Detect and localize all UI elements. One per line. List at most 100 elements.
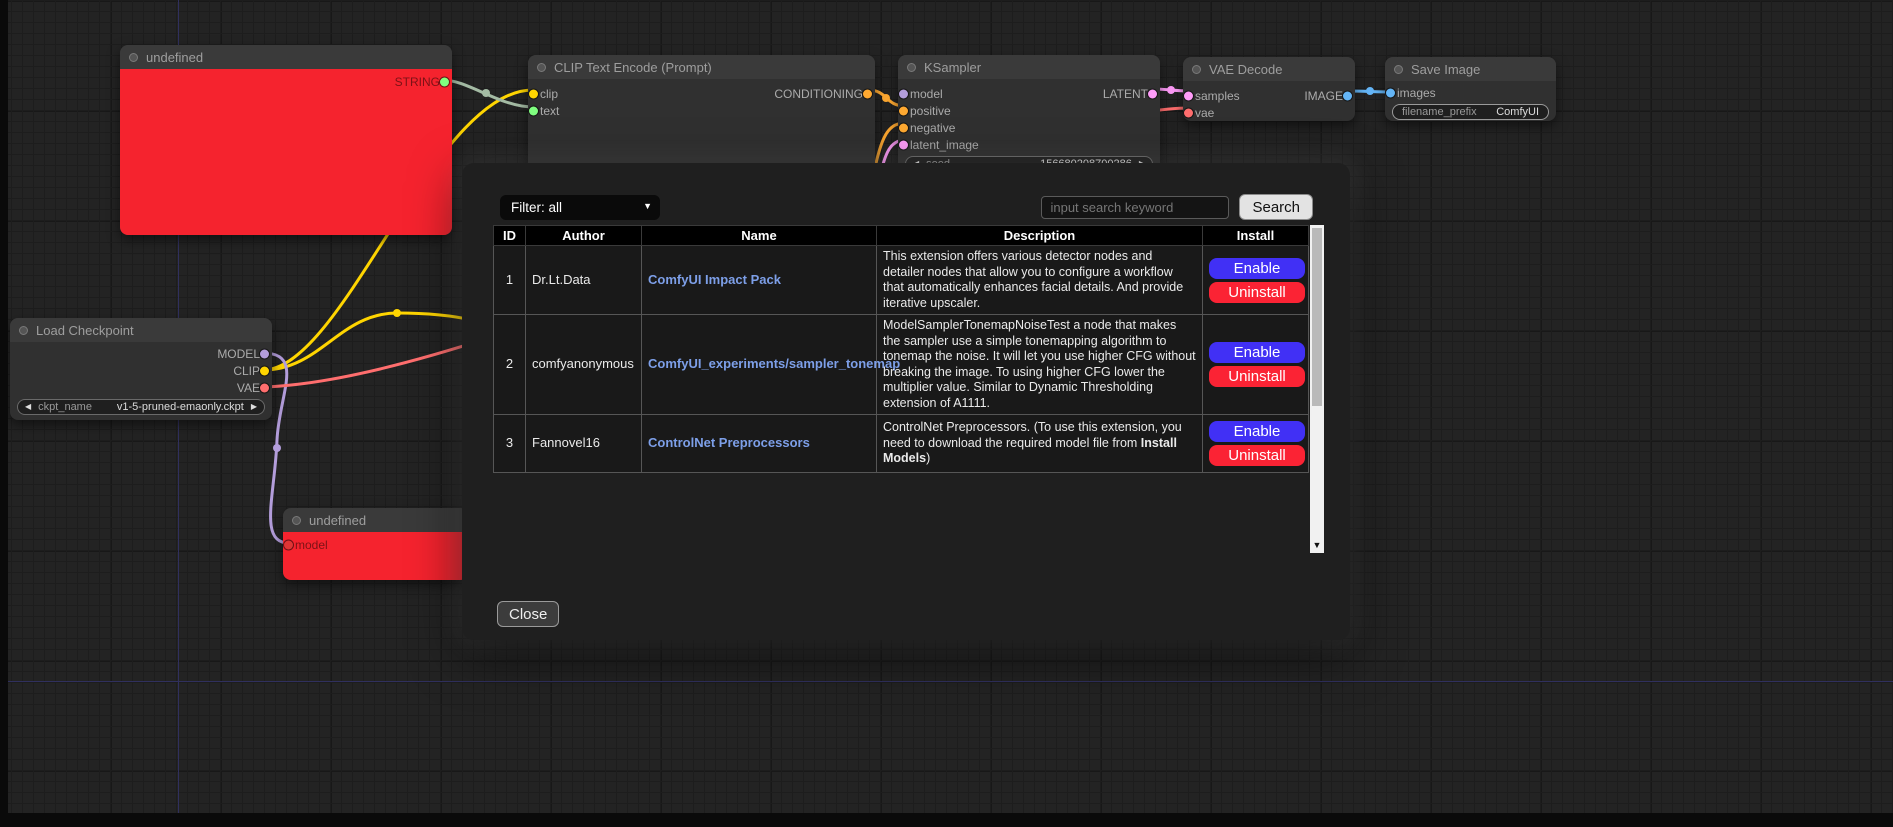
output-label-conditioning: CONDITIONING	[774, 87, 863, 101]
node-collapse-dot[interactable]	[19, 326, 28, 335]
node-title-bar[interactable]: Save Image	[1385, 57, 1556, 81]
extension-link[interactable]: ComfyUI_experiments/sampler_tonemap	[648, 356, 900, 371]
node-title: VAE Decode	[1209, 62, 1282, 77]
cell-description: ControlNet Preprocessors. (To use this e…	[877, 415, 1203, 473]
node-undefined-top[interactable]: undefined STRING	[120, 45, 452, 235]
output-slot-image[interactable]	[1343, 91, 1352, 100]
node-title: undefined	[146, 50, 203, 65]
cell-author: Dr.Lt.Data	[526, 246, 642, 315]
cell-description: This extension offers various detector n…	[877, 246, 1203, 315]
input-label-model: model	[910, 87, 943, 101]
node-title: KSampler	[924, 60, 981, 75]
node-title: undefined	[309, 513, 366, 528]
node-title-bar[interactable]: undefined	[283, 508, 468, 532]
enable-button[interactable]: Enable	[1209, 258, 1305, 279]
input-slot-positive[interactable]	[899, 106, 908, 115]
node-load-checkpoint[interactable]: Load Checkpoint MODEL CLIP VAE ◀ ckpt_na…	[10, 318, 272, 420]
node-title-bar[interactable]: VAE Decode	[1183, 57, 1355, 81]
node-save-image[interactable]: Save Image images filename_prefix ComfyU…	[1385, 57, 1556, 121]
ckpt-name-label: ckpt_name	[38, 401, 92, 413]
input-label-text: text	[540, 104, 559, 118]
input-slot-vae[interactable]	[1184, 108, 1193, 117]
node-collapse-dot[interactable]	[537, 63, 546, 72]
column-header-id: ID	[494, 226, 526, 246]
node-title-bar[interactable]: CLIP Text Encode (Prompt)	[528, 55, 875, 79]
input-label-positive: positive	[910, 104, 951, 118]
node-graph-canvas[interactable]: undefined STRING CLIP Text Encode (Promp…	[0, 0, 1893, 827]
cell-author: Fannovel16	[526, 415, 642, 473]
output-label-image: IMAGE	[1304, 89, 1343, 103]
node-title-bar[interactable]: Load Checkpoint	[10, 318, 272, 342]
output-label-string: STRING	[395, 75, 440, 89]
enable-button[interactable]: Enable	[1209, 342, 1305, 363]
node-collapse-dot[interactable]	[1394, 65, 1403, 74]
previous-arrow-icon[interactable]: ◀	[25, 403, 31, 411]
node-title: Save Image	[1411, 62, 1480, 77]
filename-prefix-value: ComfyUI	[1496, 106, 1539, 118]
output-slot-conditioning[interactable]	[863, 89, 872, 98]
filename-prefix-widget[interactable]: filename_prefix ComfyUI	[1392, 104, 1549, 120]
extension-link[interactable]: ControlNet Preprocessors	[648, 435, 810, 450]
input-label-clip: clip	[540, 87, 558, 101]
extension-link[interactable]: ComfyUI Impact Pack	[648, 272, 781, 287]
uninstall-button[interactable]: Uninstall	[1209, 282, 1305, 303]
close-button[interactable]: Close	[497, 601, 559, 627]
canvas-left-edge	[0, 0, 8, 827]
output-slot-string[interactable]	[440, 77, 449, 86]
node-collapse-dot[interactable]	[1192, 65, 1201, 74]
cell-id: 3	[494, 415, 526, 473]
table-scrollbar[interactable]: ▼	[1310, 225, 1324, 553]
input-slot-text[interactable]	[529, 106, 538, 115]
wire-dot	[882, 94, 890, 102]
uninstall-button[interactable]: Uninstall	[1209, 366, 1305, 387]
input-slot-model[interactable]	[284, 540, 293, 549]
cell-id: 2	[494, 315, 526, 415]
table-row: 3 Fannovel16 ControlNet Preprocessors Co…	[494, 415, 1309, 473]
cell-description: ModelSamplerTonemapNoiseTest a node that…	[877, 315, 1203, 415]
wire-dot	[482, 89, 490, 97]
output-label-model: MODEL	[217, 347, 260, 361]
column-header-name: Name	[642, 226, 877, 246]
next-arrow-icon[interactable]: ▶	[251, 403, 257, 411]
node-title-bar[interactable]: KSampler	[898, 55, 1160, 79]
node-collapse-dot[interactable]	[907, 63, 916, 72]
input-slot-latent-image[interactable]	[899, 140, 908, 149]
node-title: Load Checkpoint	[36, 323, 134, 338]
output-slot-vae[interactable]	[260, 383, 269, 392]
output-slot-latent[interactable]	[1148, 89, 1157, 98]
input-label-samples: samples	[1195, 89, 1240, 103]
output-label-clip: CLIP	[233, 364, 260, 378]
input-slot-model[interactable]	[899, 89, 908, 98]
wire-dot	[393, 309, 401, 317]
input-label-vae: vae	[1195, 106, 1214, 120]
search-button[interactable]: Search	[1239, 194, 1313, 220]
canvas-bottom-edge	[0, 813, 1893, 827]
ckpt-name-widget[interactable]: ◀ ckpt_name v1-5-pruned-emaonly.ckpt ▶	[17, 399, 265, 415]
filter-select[interactable]: Filter: all	[500, 195, 660, 220]
input-label-images: images	[1397, 86, 1436, 100]
node-collapse-dot[interactable]	[129, 53, 138, 62]
node-collapse-dot[interactable]	[292, 516, 301, 525]
scroll-down-arrow-icon[interactable]: ▼	[1310, 539, 1324, 551]
node-undefined-bottom[interactable]: undefined model	[283, 508, 468, 580]
output-slot-model[interactable]	[260, 349, 269, 358]
cell-id: 1	[494, 246, 526, 315]
output-label-latent: LATENT	[1103, 87, 1148, 101]
wire-dot	[1366, 87, 1374, 95]
scrollbar-thumb[interactable]	[1312, 228, 1322, 406]
output-slot-clip[interactable]	[260, 366, 269, 375]
input-slot-samples[interactable]	[1184, 91, 1193, 100]
node-title-bar[interactable]: undefined	[120, 45, 452, 69]
column-header-author: Author	[526, 226, 642, 246]
input-slot-images[interactable]	[1386, 88, 1395, 97]
uninstall-button[interactable]: Uninstall	[1209, 445, 1305, 466]
node-vae-decode[interactable]: VAE Decode samples IMAGE vae	[1183, 57, 1355, 121]
extensions-table: ID Author Name Description Install 1 Dr.…	[493, 225, 1309, 473]
wire-dot	[1167, 86, 1175, 94]
input-label-negative: negative	[910, 121, 955, 135]
input-slot-clip[interactable]	[529, 89, 538, 98]
input-slot-negative[interactable]	[899, 123, 908, 132]
enable-button[interactable]: Enable	[1209, 421, 1305, 442]
search-input[interactable]	[1041, 196, 1229, 219]
wire-dot	[273, 444, 281, 452]
